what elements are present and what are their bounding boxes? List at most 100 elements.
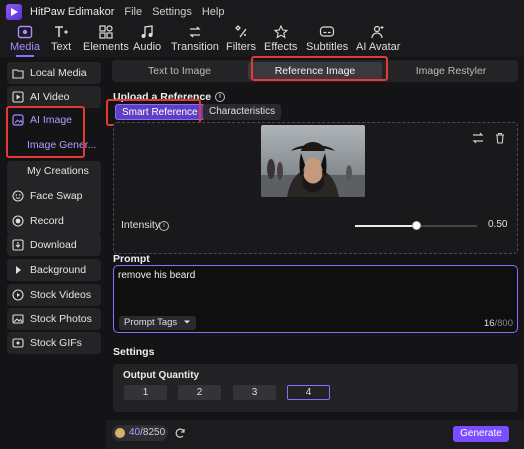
main-toolbar: Media Text Elements Audio Transition Fil… (0, 24, 524, 57)
tool-text-label: Text (51, 41, 72, 53)
subtitles-icon (319, 26, 335, 37)
chevron-down-icon (183, 320, 190, 324)
quantity-option-2[interactable]: 2 (178, 385, 221, 400)
tool-transition-label: Transition (171, 41, 219, 53)
swap-icon[interactable] (471, 131, 485, 145)
stock-videos-icon (12, 289, 24, 301)
menu-help[interactable]: Help (202, 6, 225, 18)
sidebar-item-label: Face Swap (30, 190, 83, 202)
generate-button[interactable]: Generate (453, 426, 509, 442)
sidebar-item-label: AI Image (30, 114, 73, 126)
info-icon[interactable]: i (215, 92, 226, 103)
prompt-tags-dropdown[interactable]: Prompt Tags (119, 316, 196, 330)
intensity-value: 0.50 (488, 219, 508, 230)
coin-icon (115, 428, 125, 438)
characteristics-button[interactable]: Characteristics (203, 104, 282, 120)
sidebar-item-stock-photos[interactable]: Stock Photos (7, 308, 101, 330)
tool-media[interactable]: Media (10, 24, 40, 57)
sidebar-item-label: Image Gener... (27, 139, 97, 151)
prompt-char-counter: 16/800 (484, 318, 513, 329)
tool-ai-avatar[interactable]: AI Avatar (356, 24, 400, 57)
output-quantity-label: Output Quantity (123, 370, 200, 381)
app-title: HitPaw Edimakor (30, 6, 115, 18)
intensity-slider[interactable] (355, 221, 477, 230)
record-icon (12, 215, 24, 227)
sidebar: Local Media AI Video AI Image Image Gene… (0, 57, 106, 449)
tool-filters[interactable]: Filters (226, 24, 256, 57)
sidebar-item-download[interactable]: Download (7, 234, 101, 256)
ai-video-icon (12, 91, 24, 103)
credits-total: /8250 (140, 427, 166, 438)
download-icon (12, 239, 24, 251)
prompt-max: /800 (494, 318, 514, 329)
tab-reference-image[interactable]: Reference Image (248, 62, 382, 80)
prompt-text[interactable]: remove his beard (118, 270, 195, 281)
intensity-row: Intensity i 0.50 (113, 218, 518, 234)
tool-audio[interactable]: Audio (133, 24, 161, 57)
main-panel: Text to Image Reference Image Image Rest… (106, 56, 524, 449)
stock-gifs-icon (12, 337, 24, 349)
tool-effects-label: Effects (264, 41, 298, 53)
sidebar-item-stock-videos[interactable]: Stock Videos (7, 284, 101, 306)
reference-upload-area[interactable] (113, 122, 518, 254)
credits-badge[interactable]: 40/8250 (112, 425, 168, 441)
upload-reference-label: Upload a Reference (113, 91, 212, 103)
sidebar-item-label: Download (30, 239, 77, 251)
media-icon (17, 25, 33, 39)
sidebar-item-label: Stock Videos (30, 289, 92, 301)
title-bar: HitPaw Edimakor File Settings Help (0, 0, 524, 24)
quantity-option-3[interactable]: 3 (233, 385, 276, 400)
menu-file[interactable]: File (124, 6, 142, 18)
tool-filters-label: Filters (226, 41, 256, 53)
credits-text: 40/8250 (129, 425, 165, 441)
sidebar-item-label: AI Video (30, 91, 70, 103)
prompt-textarea[interactable]: remove his beard Prompt Tags 16/800 (113, 265, 518, 333)
tool-elements-label: Elements (83, 41, 129, 53)
sidebar-item-background[interactable]: Background (7, 259, 101, 281)
tool-text[interactable]: Text (51, 24, 71, 57)
menu-settings[interactable]: Settings (152, 6, 192, 18)
sidebar-item-record[interactable]: Record (7, 210, 101, 232)
transition-icon (189, 26, 201, 38)
effects-icon (273, 25, 289, 39)
tool-elements[interactable]: Elements (83, 24, 129, 57)
info-icon[interactable]: i (159, 221, 169, 231)
quantity-option-4[interactable]: 4 (287, 385, 330, 400)
refresh-icon[interactable] (174, 427, 186, 439)
background-icon (12, 264, 24, 276)
sidebar-item-face-swap[interactable]: Face Swap (7, 185, 101, 207)
smart-reference-button[interactable]: Smart Reference (115, 104, 205, 120)
app-logo-icon (6, 4, 22, 20)
stock-photos-icon (12, 313, 24, 325)
intensity-slider-fill (355, 225, 416, 227)
sidebar-item-ai-video[interactable]: AI Video (7, 86, 101, 108)
sidebar-item-local-media[interactable]: Local Media (7, 62, 101, 84)
folder-icon (12, 67, 24, 79)
sidebar-item-label: Record (30, 215, 64, 227)
intensity-slider-thumb[interactable] (412, 221, 421, 230)
tab-text-to-image[interactable]: Text to Image (112, 60, 247, 82)
sidebar-subitem-my-creations[interactable]: My Creations (7, 160, 101, 182)
tool-subtitles[interactable]: Subtitles (306, 24, 348, 57)
tool-audio-label: Audio (133, 41, 162, 53)
prompt-count: 16 (483, 318, 495, 329)
sidebar-item-label: Background (30, 264, 87, 276)
pirate-portrait-image (261, 125, 365, 197)
sidebar-item-ai-image[interactable]: AI Image (7, 109, 101, 131)
tool-ai-avatar-label: AI Avatar (356, 41, 401, 53)
sidebar-item-stock-gifs[interactable]: Stock GIFs (7, 332, 101, 354)
tab-image-restyler[interactable]: Image Restyler (384, 60, 518, 82)
sidebar-item-label: Local Media (30, 67, 87, 79)
settings-heading: Settings (113, 346, 155, 358)
sidebar-subitem-image-generation[interactable]: Image Gener... (7, 134, 101, 156)
reference-image-thumbnail[interactable] (261, 125, 365, 197)
tool-effects[interactable]: Effects (264, 24, 297, 57)
sidebar-item-label: Stock GIFs (30, 337, 82, 349)
tool-media-label: Media (10, 41, 40, 53)
audio-icon (141, 25, 153, 38)
ai-image-icon (12, 114, 24, 126)
prompt-heading: Prompt (113, 253, 150, 265)
tool-transition[interactable]: Transition (171, 24, 219, 57)
delete-icon[interactable] (493, 131, 507, 145)
quantity-option-1[interactable]: 1 (124, 385, 167, 400)
